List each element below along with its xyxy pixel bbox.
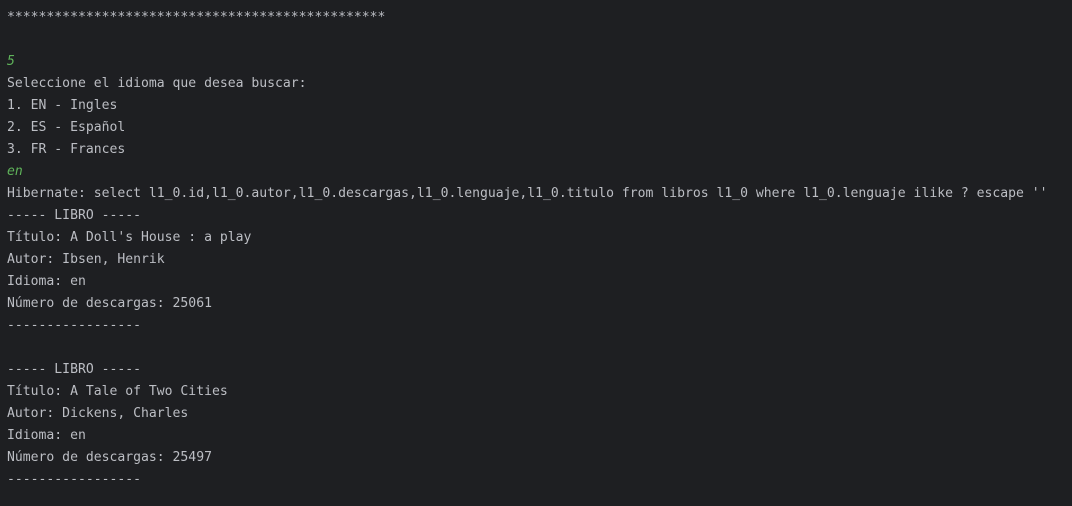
book-language-line: Idioma: en [7,274,86,289]
console-lines: ****************************************… [7,7,1048,491]
language-option-line: 1. EN - Ingles [7,98,118,113]
console-output-panel[interactable]: ****************************************… [0,0,1072,506]
book-header-line: ----- LIBRO ----- [7,362,142,377]
book-author-line: Autor: Ibsen, Henrik [7,252,165,267]
book-footer-line: ----------------- [7,472,142,487]
book-author-line: Autor: Dickens, Charles [7,406,189,421]
book-footer-line: ----------------- [7,318,142,333]
language-option-line: 3. FR - Frances [7,142,126,157]
user-input-line: 5 [7,54,15,69]
book-header-line: ----- LIBRO ----- [7,208,142,223]
blank-line [7,337,1048,359]
book-downloads-line: Número de descargas: 25061 [7,296,212,311]
language-option-line: 2. ES - Español [7,120,126,135]
book-language-line: Idioma: en [7,428,86,443]
separator-line: ****************************************… [7,10,386,25]
hibernate-sql-line: Hibernate: select l1_0.id,l1_0.autor,l1_… [7,186,1048,201]
language-prompt-line: Seleccione el idioma que desea buscar: [7,76,307,91]
user-input-line: en [7,164,23,179]
book-downloads-line: Número de descargas: 25497 [7,450,212,465]
book-title-line: Título: A Doll's House : a play [7,230,252,245]
book-title-line: Título: A Tale of Two Cities [7,384,228,399]
blank-line [7,29,1048,51]
